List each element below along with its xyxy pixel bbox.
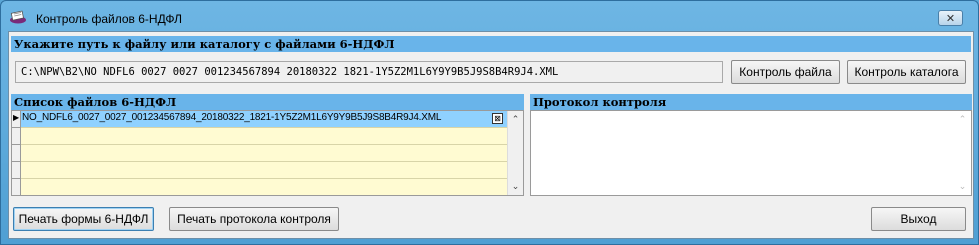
close-button[interactable]: ✕ [938, 10, 963, 26]
check-folder-button[interactable]: Контроль каталога [847, 60, 966, 84]
dialog-body: Укажите путь к файлу или каталогу с файл… [8, 31, 974, 239]
scroll-up-icon[interactable]: ⌃ [955, 111, 970, 128]
print-form-button[interactable]: Печать формы 6-НДФЛ [13, 207, 154, 231]
scroll-down-icon[interactable]: ⌄ [508, 178, 523, 195]
files-grid[interactable]: ▶ NO_NDFL6_0027_0027_001234567894_201803… [11, 110, 524, 196]
scroll-up-icon[interactable]: ⌃ [508, 111, 523, 128]
row-indicator[interactable] [12, 128, 21, 145]
row-indicator[interactable] [12, 145, 21, 162]
app-icon [10, 10, 26, 24]
close-icon: ✕ [945, 12, 956, 25]
protocol-scrollbar[interactable]: ⌃ ⌄ [955, 111, 971, 195]
table-row[interactable] [21, 162, 507, 179]
files-scrollbar[interactable]: ⌃ ⌄ [507, 111, 523, 195]
row-action-icon[interactable]: ⊠ [492, 113, 503, 124]
table-row[interactable]: NO_NDFL6_0027_0027_001234567894_20180322… [21, 111, 507, 128]
scroll-down-icon[interactable]: ⌄ [955, 178, 970, 195]
path-input[interactable]: C:\NPW\B2\NO NDFL6 0027 0027 00123456789… [15, 61, 723, 83]
row-indicator[interactable]: ▶ [12, 111, 21, 128]
files-section-header: Список файлов 6-НДФЛ [11, 94, 524, 110]
current-row-icon: ▶ [13, 113, 20, 122]
protocol-section-header: Протокол контроля [530, 94, 972, 110]
row-indicator-column: ▶ [12, 111, 21, 195]
table-row[interactable] [21, 145, 507, 162]
path-section-header: Укажите путь к файлу или каталогу с файл… [11, 36, 971, 52]
print-protocol-button[interactable]: Печать протокола контроля [169, 207, 339, 231]
check-file-button[interactable]: Контроль файла [731, 60, 840, 84]
file-name-cell: NO_NDFL6_0027_0027_001234567894_20180322… [22, 112, 442, 123]
row-indicator[interactable] [12, 162, 21, 179]
table-row[interactable] [21, 128, 507, 145]
exit-button[interactable]: Выход [871, 207, 966, 231]
main-window: Контроль файлов 6-НДФЛ ✕ Укажите путь к … [0, 0, 979, 245]
title-bar[interactable]: Контроль файлов 6-НДФЛ ✕ [1, 1, 978, 31]
window-title: Контроль файлов 6-НДФЛ [36, 12, 183, 26]
protocol-textarea[interactable]: ⌃ ⌄ [530, 110, 972, 196]
